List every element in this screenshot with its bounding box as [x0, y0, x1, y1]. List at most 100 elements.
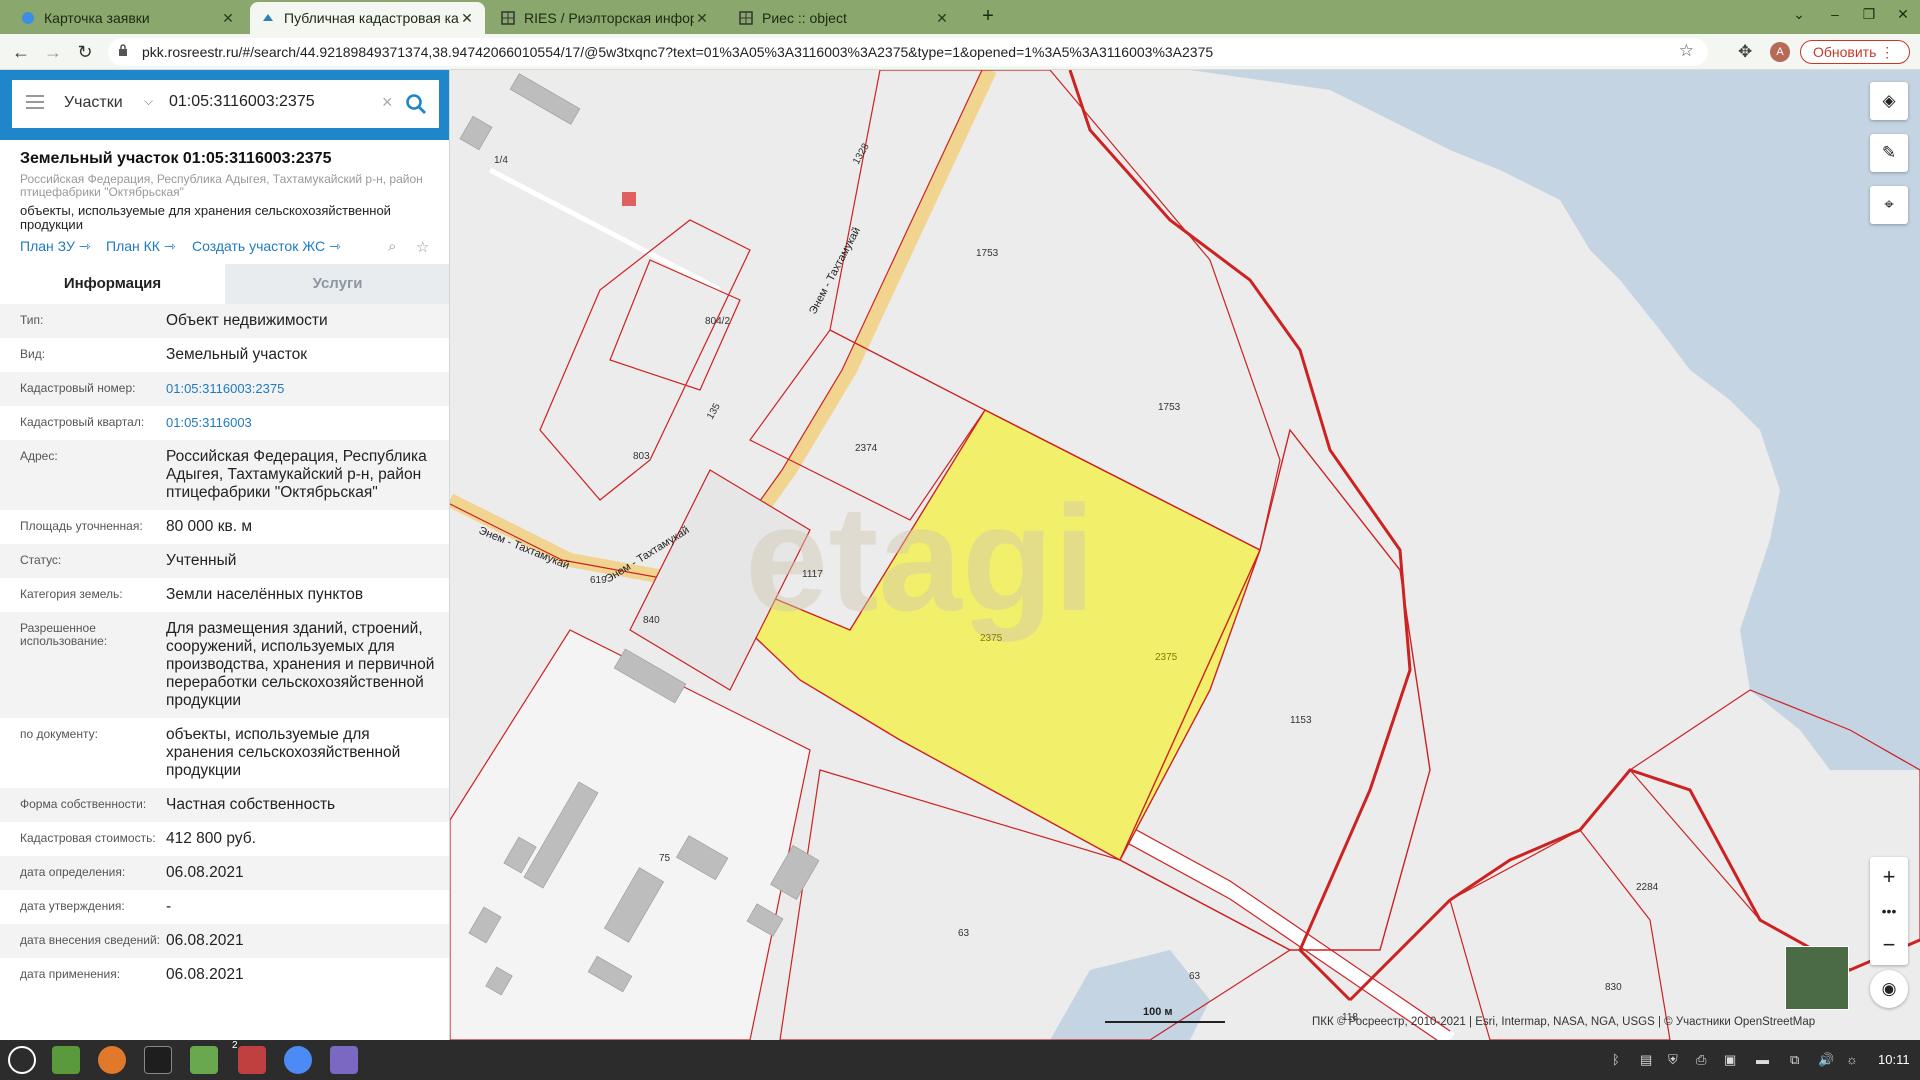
- zoom-out-icon[interactable]: −: [1883, 932, 1896, 958]
- plan-zu-link[interactable]: План ЗУ ⇾: [20, 238, 90, 255]
- extensions-icon[interactable]: ✥: [1738, 42, 1752, 62]
- grid-favicon-icon: [738, 10, 754, 26]
- keyboard-layout-flag-icon[interactable]: ▬: [1756, 1052, 1769, 1067]
- tab-info[interactable]: Информация: [0, 264, 225, 304]
- pkk-favicon-icon: [260, 10, 276, 26]
- water-area-small: [1050, 950, 1210, 1040]
- search-icon[interactable]: [404, 92, 428, 116]
- tab-title: RIES / Риэлторская информ: [524, 10, 694, 26]
- compass-icon[interactable]: ◉: [1870, 970, 1908, 1008]
- scale-bar: 100 м: [1105, 1006, 1225, 1023]
- create-parcel-link[interactable]: Создать участок ЖС ⇾: [192, 238, 341, 255]
- zoom-more-icon[interactable]: •••: [1882, 903, 1897, 919]
- folder-icon[interactable]: [190, 1046, 218, 1074]
- brightness-icon[interactable]: ☼: [1846, 1052, 1858, 1067]
- grid-favicon-icon: [500, 10, 516, 26]
- lock-icon: [119, 44, 127, 56]
- parcel-label: 135: [705, 401, 723, 421]
- card-tabs: Информация Услуги: [0, 264, 449, 304]
- firefox-icon[interactable]: [98, 1046, 126, 1074]
- parcel-830[interactable]: [1449, 829, 1671, 1040]
- clear-icon[interactable]: ×: [382, 92, 393, 113]
- search-input[interactable]: 01:05:3116003:2375: [169, 93, 315, 111]
- locate-icon[interactable]: ⌖: [1870, 186, 1908, 224]
- profile-avatar[interactable]: A: [1770, 42, 1790, 62]
- text-editor-icon[interactable]: [330, 1046, 358, 1074]
- property-key: дата внесения сведений:: [20, 933, 160, 947]
- terminal-icon[interactable]: [144, 1046, 172, 1074]
- search-bar: Участки ⌵ 01:05:3116003:2375 ×: [0, 70, 449, 140]
- chevron-down-icon[interactable]: ⌵: [144, 94, 153, 109]
- property-link[interactable]: 01:05:3116003: [166, 414, 438, 432]
- search-type-select[interactable]: Участки: [64, 94, 123, 112]
- network-icon[interactable]: ⧉: [1790, 1052, 1799, 1068]
- new-tab-button[interactable]: +: [976, 5, 1000, 29]
- property-value: 412 800 руб.: [166, 830, 256, 847]
- property-row: дата применения: 06.08.2021: [0, 958, 449, 992]
- files-icon[interactable]: [52, 1046, 80, 1074]
- ruler-icon[interactable]: ✎: [1870, 134, 1908, 172]
- close-icon[interactable]: ✕: [459, 10, 475, 27]
- parcel-label: 840: [643, 615, 660, 626]
- parcel-label: 830: [1605, 982, 1622, 993]
- image-viewer-icon[interactable]: 2: [232, 1040, 266, 1074]
- property-key: дата определения:: [20, 865, 126, 879]
- parcel-label: 803: [633, 451, 650, 462]
- device-icon[interactable]: ▣: [1724, 1052, 1736, 1068]
- close-window-icon[interactable]: ✕: [1892, 6, 1914, 23]
- reload-icon[interactable]: ↻: [74, 41, 96, 63]
- forward-icon[interactable]: →: [42, 41, 64, 63]
- layers-icon[interactable]: ◈: [1870, 82, 1908, 120]
- close-icon[interactable]: ✕: [220, 10, 236, 27]
- minimap-thumbnail[interactable]: [1785, 946, 1849, 1010]
- browser-tab-pkk[interactable]: Публичная кадастровая кар ✕: [250, 2, 485, 34]
- small-structure: [622, 192, 636, 206]
- plan-kk-link[interactable]: План КК ⇾: [106, 238, 176, 255]
- property-key: Статус:: [20, 553, 62, 567]
- zoom-to-icon[interactable]: ⌕: [388, 238, 396, 255]
- tab-search-icon[interactable]: ⌄: [1788, 6, 1810, 23]
- property-value: Российская Федерация, Республика Адыгея,…: [166, 448, 427, 501]
- minimize-icon[interactable]: –: [1824, 6, 1846, 22]
- map-canvas[interactable]: etagi 1/4 1328 1753 804/2 1753 135 803 2…: [450, 70, 1920, 1040]
- zoom-controls: + ••• −: [1870, 857, 1908, 965]
- info-panel: Участки ⌵ 01:05:3116003:2375 × Земельный…: [0, 70, 450, 1040]
- back-icon[interactable]: ←: [10, 41, 32, 63]
- parcel-label: 63: [958, 928, 970, 939]
- tab-services[interactable]: Услуги: [225, 264, 449, 304]
- bookmark-star-icon[interactable]: ☆: [1679, 41, 1694, 61]
- property-key: Кадастровый квартал:: [20, 415, 145, 429]
- property-link[interactable]: 01:05:3116003:2375: [166, 380, 438, 398]
- property-row: Разрешенное использование: Для размещения…: [0, 612, 449, 718]
- tab-title: Публичная кадастровая кар: [284, 10, 459, 26]
- browser-tab-bar: Карточка заявки ✕ Публичная кадастровая …: [0, 0, 1920, 34]
- close-icon[interactable]: ✕: [934, 10, 950, 27]
- map-attribution: ПКК © Росреестр, 2010-2021 | Esri, Inter…: [1312, 1016, 1816, 1028]
- url-field[interactable]: pkk.rosreestr.ru/#/search/44.92189849371…: [108, 38, 1708, 66]
- volume-icon[interactable]: 🔊: [1818, 1052, 1834, 1068]
- shield-icon[interactable]: ⛨: [1668, 1052, 1678, 1068]
- maximize-icon[interactable]: ❐: [1858, 6, 1880, 23]
- close-icon[interactable]: ✕: [694, 10, 710, 27]
- tab-title: Риес :: object: [762, 10, 847, 26]
- printer-icon[interactable]: ⎙: [1696, 1052, 1706, 1068]
- plan-kk-label: План КК: [106, 238, 160, 254]
- parcel-label: 63: [1189, 971, 1201, 982]
- browser-tab-object[interactable]: Риес :: object ✕: [728, 2, 960, 34]
- menu-icon[interactable]: [26, 95, 44, 109]
- parcel-label: 2375: [1155, 652, 1178, 663]
- map-view[interactable]: etagi 1/4 1328 1753 804/2 1753 135 803 2…: [450, 70, 1920, 1040]
- update-button[interactable]: Обновить ⋮: [1800, 40, 1910, 64]
- property-value: 06.08.2021: [166, 966, 244, 983]
- bluetooth-icon[interactable]: ᛒ: [1612, 1052, 1620, 1067]
- property-key: Разрешенное использование:: [20, 621, 108, 648]
- clipboard-icon[interactable]: ▤: [1640, 1052, 1652, 1068]
- start-menu-icon[interactable]: [8, 1046, 36, 1074]
- favorite-star-icon[interactable]: ☆: [416, 238, 429, 256]
- zoom-in-icon[interactable]: +: [1883, 864, 1896, 890]
- chrome-icon[interactable]: [284, 1046, 312, 1074]
- browser-tab-card[interactable]: Карточка заявки ✕: [10, 2, 246, 34]
- browser-tab-ries[interactable]: RIES / Риэлторская информ ✕: [490, 2, 720, 34]
- property-key: по документу:: [20, 727, 98, 741]
- card-links: План ЗУ ⇾ План КК ⇾ Создать участок ЖС ⇾…: [20, 238, 430, 258]
